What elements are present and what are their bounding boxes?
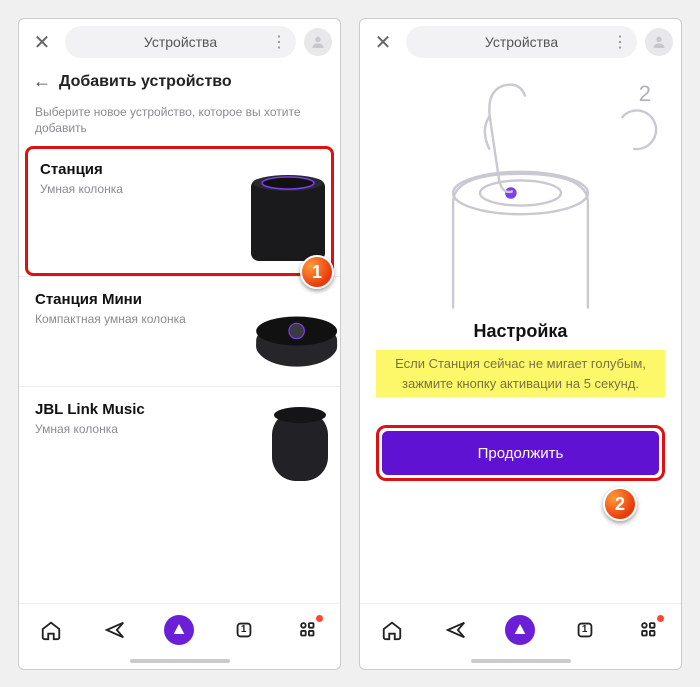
device-sub: Умная колонка xyxy=(40,182,217,196)
more-icon[interactable]: ⋮ xyxy=(612,32,627,52)
step-number: 2 xyxy=(639,81,651,107)
cta-highlight: Продолжить xyxy=(376,425,665,481)
avatar[interactable] xyxy=(645,28,673,56)
topbar: ✕ Устройства ⋮ xyxy=(19,19,340,65)
home-indicator xyxy=(130,659,230,663)
device-image xyxy=(234,291,340,371)
header-title: Устройства xyxy=(144,34,217,50)
nav-alice-icon[interactable] xyxy=(505,615,535,645)
hint-text: Выберите новое устройство, которое вы хо… xyxy=(19,96,340,146)
more-icon[interactable]: ⋮ xyxy=(271,32,286,52)
page-title: Добавить устройство xyxy=(59,73,232,91)
device-sub: Умная колонка xyxy=(35,422,226,436)
nav-send-icon[interactable] xyxy=(100,615,130,645)
nav-tabs-icon[interactable]: 1 xyxy=(570,615,600,645)
device-name: Станция xyxy=(40,161,217,178)
step-badge-2: 2 xyxy=(603,487,637,521)
nav-services-icon[interactable] xyxy=(634,615,664,645)
phone-left: ✕ Устройства ⋮ ← Добавить устройство Выб… xyxy=(18,18,341,670)
back-row: ← Добавить устройство xyxy=(19,65,340,96)
close-icon[interactable]: ✕ xyxy=(27,27,57,57)
setup-title: Настройка xyxy=(474,321,568,342)
header-title: Устройства xyxy=(485,34,558,50)
topbar: ✕ Устройства ⋮ xyxy=(360,19,681,65)
bottom-nav: 1 xyxy=(360,603,681,655)
avatar[interactable] xyxy=(304,28,332,56)
nav-services-icon[interactable] xyxy=(293,615,323,645)
device-name: JBL Link Music xyxy=(35,401,226,418)
nav-send-icon[interactable] xyxy=(441,615,471,645)
tab-count: 1 xyxy=(241,624,247,635)
header-pill[interactable]: Устройства ⋮ xyxy=(65,26,296,58)
setup-illustration: 2 xyxy=(376,73,665,313)
device-image xyxy=(234,401,340,481)
step-badge-1: 1 xyxy=(300,255,334,289)
setup-area: 2 Настройка Если Станция сейчас не мигае… xyxy=(360,65,681,603)
nav-home-icon[interactable] xyxy=(377,615,407,645)
tab-count: 1 xyxy=(582,624,588,635)
home-indicator xyxy=(471,659,571,663)
close-icon[interactable]: ✕ xyxy=(368,27,398,57)
device-sub: Компактная умная колонка xyxy=(35,312,226,326)
device-list: Станция Умная колонка Станция Мини Компа… xyxy=(19,146,340,603)
nav-home-icon[interactable] xyxy=(36,615,66,645)
setup-text: Если Станция сейчас не мигает голубым, з… xyxy=(376,350,665,397)
device-card-station-mini[interactable]: Станция Мини Компактная умная колонка 1 xyxy=(19,276,340,386)
phone-right: ✕ Устройства ⋮ 2 Настрой xyxy=(359,18,682,670)
device-image xyxy=(225,161,331,261)
header-pill[interactable]: Устройства ⋮ xyxy=(406,26,637,58)
device-card-station[interactable]: Станция Умная колонка xyxy=(25,146,334,276)
back-icon[interactable]: ← xyxy=(33,71,51,92)
continue-button[interactable]: Продолжить xyxy=(382,431,659,475)
nav-alice-icon[interactable] xyxy=(164,615,194,645)
nav-tabs-icon[interactable]: 1 xyxy=(229,615,259,645)
bottom-nav: 1 xyxy=(19,603,340,655)
device-card-jbl[interactable]: JBL Link Music Умная колонка xyxy=(19,386,340,496)
device-name: Станция Мини xyxy=(35,291,226,308)
